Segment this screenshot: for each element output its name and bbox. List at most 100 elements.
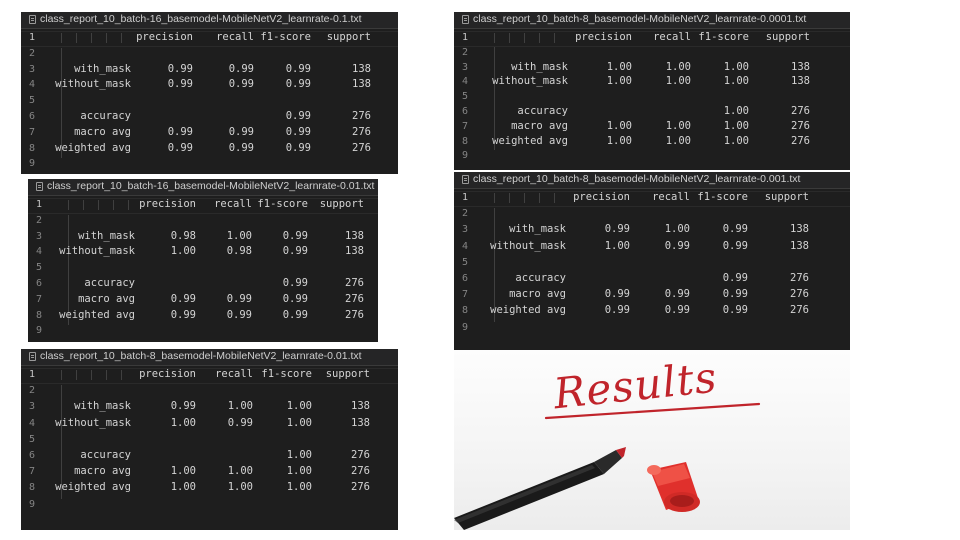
column-header-f1-score: f1-score [260,31,311,43]
line-number: 3 [36,230,43,242]
row-label: without_mask [490,239,566,252]
row-label: without_mask [492,75,568,88]
indent-guide [494,33,495,43]
f1-score-value: 0.99 [285,62,311,75]
file-tab[interactable]: class_report_10_batch-8_basemodel-Mobile… [454,172,850,189]
row-label: accuracy [84,277,135,289]
line-number: 3 [29,401,36,413]
file-tab[interactable]: class_report_10_batch-16_basemodel-Mobil… [21,12,398,29]
f1-score-value: 0.99 [282,308,308,321]
row-label: accuracy [517,105,568,117]
support-value: 276 [352,125,371,138]
line-number: 4 [29,417,36,429]
f1-score-value: 1.00 [723,134,749,147]
recall-value: 0.99 [664,288,690,301]
row-label: with_mask [74,62,131,75]
line-number: 2 [462,208,469,220]
file-tab[interactable]: class_report_10_batch-8_basemodel-Mobile… [21,349,398,366]
support-value: 276 [345,292,364,305]
line-number: 1 [462,32,469,43]
indent-guide [113,200,114,210]
editor-panel-4[interactable]: class_report_10_batch-8_basemodel-Mobile… [454,12,850,170]
recall-value: 1.00 [665,60,691,73]
file-name: class_report_10_batch-8_basemodel-Mobile… [473,173,801,185]
f1-score-value: 0.99 [282,277,308,289]
support-value: 276 [351,465,370,478]
f1-score-value: 0.99 [282,229,308,242]
recall-value: 0.99 [228,62,254,75]
row-label: without_mask [59,245,135,258]
indent-guide [83,200,84,210]
marker-cap-icon [647,462,700,512]
indent-guide [106,33,107,43]
line-number: 5 [29,433,36,445]
f1-score-value: 1.00 [723,75,749,88]
indent-guide [106,370,107,380]
line-number: 6 [462,273,469,284]
row-label: weighted avg [490,304,566,317]
precision-value: 1.00 [604,239,630,252]
indent-guide [494,193,495,203]
indent-guide [91,33,92,43]
precision-value: 1.00 [606,60,632,73]
support-value: 276 [352,110,371,122]
column-header-precision: precision [139,368,196,380]
precision-value: 0.99 [167,141,193,154]
support-value: 276 [791,119,810,132]
indent-guide [76,370,77,380]
recall-value: 0.99 [226,292,252,305]
precision-value: 1.00 [170,245,196,258]
line-number: 8 [462,135,469,147]
text-editor[interactable]: 1 2 3 4 5 6 7 8 9 precision recall f1-score support w… [21,366,398,530]
f1-score-value: 1.00 [723,105,749,117]
column-header-recall: recall [214,198,252,210]
text-editor[interactable]: 1 2 3 4 5 6 7 8 9 precision recall f1-score support w… [454,29,850,170]
support-value: 138 [790,223,809,236]
indent-guide [554,33,555,43]
column-header-f1-score: f1-score [698,31,749,43]
file-name: class_report_10_batch-16_basemodel-Mobil… [47,180,375,192]
results-photo: Results [454,350,850,530]
editor-panel-3[interactable]: class_report_10_batch-8_basemodel-Mobile… [21,349,398,530]
line-number: 2 [36,214,43,226]
text-editor[interactable]: 1 2 3 4 5 6 7 8 9 precision recall f1-score support w… [28,196,378,342]
row-label: weighted avg [492,134,568,147]
text-editor[interactable]: 1 2 3 4 5 6 7 8 9 precision recall f1-score support w… [21,29,398,174]
support-value: 276 [790,272,809,284]
indent-guide [121,33,122,43]
precision-value: 0.99 [604,288,630,301]
text-file-icon [36,182,43,191]
line-number: 7 [36,293,43,305]
editor-panel-2[interactable]: class_report_10_batch-16_basemodel-Mobil… [28,179,378,342]
recall-value: 1.00 [227,465,253,478]
precision-value: 1.00 [606,75,632,88]
f1-score-value: 1.00 [286,400,312,413]
line-number: 5 [462,256,469,268]
f1-score-value: 0.99 [722,272,748,284]
precision-value: 0.99 [167,78,193,91]
support-value: 276 [345,277,364,289]
line-number: 3 [29,63,36,75]
line-number: 8 [462,305,469,317]
editor-panel-5[interactable]: class_report_10_batch-8_basemodel-Mobile… [454,172,850,350]
line-number: 1 [29,369,36,380]
support-value: 138 [791,75,810,88]
f1-score-value: 1.00 [286,449,312,461]
line-number: 4 [29,79,36,91]
row-label: accuracy [80,110,131,122]
file-tab[interactable]: class_report_10_batch-8_basemodel-Mobile… [454,12,850,29]
precision-value: 0.98 [170,229,196,242]
line-number: 3 [462,224,469,236]
indent-guide [91,370,92,380]
precision-value: 1.00 [606,134,632,147]
line-number: 8 [29,482,36,494]
text-editor[interactable]: 1 2 3 4 5 6 7 8 9 precision recall f1-score support w… [454,189,850,350]
support-value: 276 [351,481,370,494]
indent-guide [76,33,77,43]
editor-panel-1[interactable]: class_report_10_batch-16_basemodel-Mobil… [21,12,398,174]
line-number: 5 [36,262,43,274]
support-value: 276 [791,134,810,147]
support-value: 138 [345,245,364,258]
file-tab[interactable]: class_report_10_batch-16_basemodel-Mobil… [28,179,378,196]
recall-value: 0.99 [664,304,690,317]
